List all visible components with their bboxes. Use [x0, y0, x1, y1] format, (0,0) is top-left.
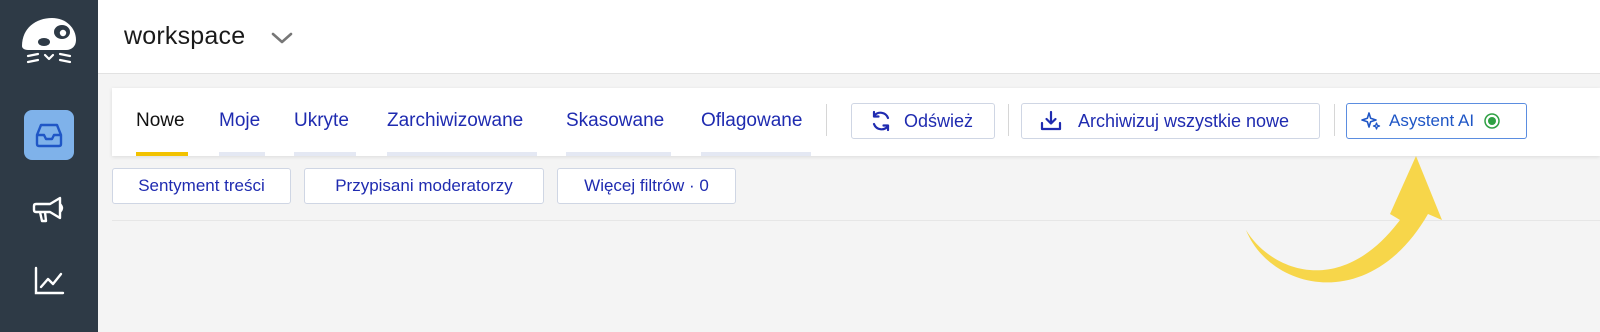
- tab-label: Moje: [219, 110, 261, 131]
- tab-ukryte[interactable]: Ukryte: [294, 110, 356, 156]
- filter-label: Przypisani moderatorzy: [335, 176, 513, 195]
- refresh-label: Odśwież: [904, 110, 974, 131]
- status-dot-icon: [1484, 113, 1500, 129]
- tab-label: Skasowane: [566, 110, 665, 131]
- divider: [1334, 104, 1335, 136]
- tab-moje[interactable]: Moje: [219, 110, 265, 156]
- tab-zarchiwizowane[interactable]: Zarchiwizowane: [387, 110, 537, 156]
- workspace-title[interactable]: workspace: [124, 22, 245, 51]
- tab-nowe[interactable]: Nowe: [136, 110, 188, 156]
- tab-underline: [219, 152, 265, 156]
- sidebar: [0, 0, 98, 332]
- divider: [826, 104, 827, 136]
- annotation-arrow-icon: [1246, 156, 1442, 283]
- divider: [1008, 104, 1009, 136]
- tab-underline: [294, 152, 356, 156]
- refresh-button[interactable]: Odśwież: [851, 103, 995, 139]
- inbox-icon: [35, 123, 63, 148]
- tab-label: Ukryte: [294, 110, 349, 131]
- more-filters-button[interactable]: Więcej filtrów · 0: [557, 168, 736, 204]
- ai-assistant-label: Asystent AI: [1389, 111, 1475, 130]
- filter-label: Więcej filtrów · 0: [584, 176, 709, 195]
- sparkles-icon: [1361, 112, 1381, 130]
- tab-label: Zarchiwizowane: [387, 110, 524, 131]
- sidebar-item-campaigns[interactable]: [24, 184, 74, 234]
- download-icon: [1040, 110, 1062, 131]
- tab-underline: [387, 152, 537, 156]
- tab-label: Nowe: [136, 110, 185, 131]
- header: workspace: [98, 0, 1600, 74]
- sidebar-item-analytics[interactable]: [24, 256, 74, 306]
- archive-all-button[interactable]: Archiwizuj wszystkie nowe: [1021, 103, 1320, 139]
- mascot-logo-icon[interactable]: [14, 12, 84, 70]
- sidebar-item-inbox[interactable]: [24, 110, 74, 160]
- tabs-bar: Nowe Moje Ukryte Zarchiwizowane Skasowan…: [112, 88, 1600, 156]
- filter-moderators-button[interactable]: Przypisani moderatorzy: [304, 168, 544, 204]
- tab-label: Oflagowane: [701, 110, 803, 131]
- tab-oflagowane[interactable]: Oflagowane: [701, 110, 811, 156]
- tab-underline: [136, 152, 188, 156]
- chevron-down-icon[interactable]: [270, 30, 294, 46]
- chart-line-icon: [34, 266, 65, 295]
- filter-sentiment-button[interactable]: Sentyment treści: [112, 168, 291, 204]
- tab-underline: [566, 152, 671, 156]
- megaphone-icon: [32, 196, 64, 223]
- filter-label: Sentyment treści: [138, 176, 265, 195]
- tab-underline: [701, 152, 811, 156]
- refresh-icon: [872, 110, 890, 132]
- ai-assistant-button[interactable]: Asystent AI: [1346, 103, 1527, 139]
- tab-skasowane[interactable]: Skasowane: [566, 110, 671, 156]
- archive-all-label: Archiwizuj wszystkie nowe: [1078, 110, 1290, 131]
